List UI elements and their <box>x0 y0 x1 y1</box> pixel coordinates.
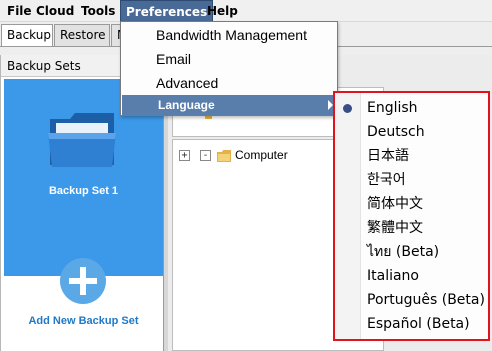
add-backup-set-button[interactable]: Add New Backup Set <box>4 258 163 351</box>
expand-toggle[interactable]: + <box>179 150 190 161</box>
preferences-dropdown: Bandwidth Management Email Advanced Lang… <box>120 21 338 116</box>
language-option-traditional-chinese[interactable]: 繁體中文 <box>335 216 488 240</box>
language-option-italiano[interactable]: Italiano <box>335 264 488 288</box>
folder-icon <box>217 150 231 162</box>
backup-set-name: Backup Set 1 <box>48 185 119 197</box>
menu-item-language-label: Language <box>158 98 215 112</box>
plus-icon <box>60 258 106 304</box>
language-option-korean[interactable]: 한국어 <box>335 168 488 192</box>
radio-selected-icon <box>343 104 352 113</box>
tab-backup[interactable]: Backup <box>1 24 53 46</box>
tree-label-computer[interactable]: Computer <box>235 148 288 162</box>
menu-item-advanced[interactable]: Advanced <box>122 72 336 95</box>
language-option-deutsch[interactable]: Deutsch <box>335 120 488 144</box>
folder-icon <box>48 113 116 167</box>
tab-restore[interactable]: Restore <box>54 24 110 46</box>
add-backup-set-label: Add New Backup Set <box>28 315 139 327</box>
menu-item-bandwidth-management[interactable]: Bandwidth Management <box>122 24 336 47</box>
menu-item-language[interactable]: Language <box>122 95 336 115</box>
menu-bar: File Cloud Tools Preferences Help <box>0 0 492 22</box>
menu-help[interactable]: Help <box>202 0 243 22</box>
collapse-toggle[interactable]: - <box>200 150 211 161</box>
language-option-portugues[interactable]: Português (Beta) <box>335 288 488 312</box>
menu-preferences[interactable]: Preferences <box>120 0 214 22</box>
menu-tools[interactable]: Tools <box>76 0 120 22</box>
language-option-simplified-chinese[interactable]: 简体中文 <box>335 192 488 216</box>
language-submenu: English Deutsch 日本語 한국어 简体中文 繁體中文 ไทย (B… <box>333 91 490 341</box>
language-option-english[interactable]: English <box>335 96 488 120</box>
menu-item-email[interactable]: Email <box>122 48 336 71</box>
language-option-thai[interactable]: ไทย (Beta) <box>335 240 488 264</box>
language-option-espanol[interactable]: Español (Beta) <box>335 312 488 336</box>
language-option-japanese[interactable]: 日本語 <box>335 144 488 168</box>
menu-cloud[interactable]: Cloud <box>31 0 79 22</box>
language-label: English <box>367 100 418 116</box>
